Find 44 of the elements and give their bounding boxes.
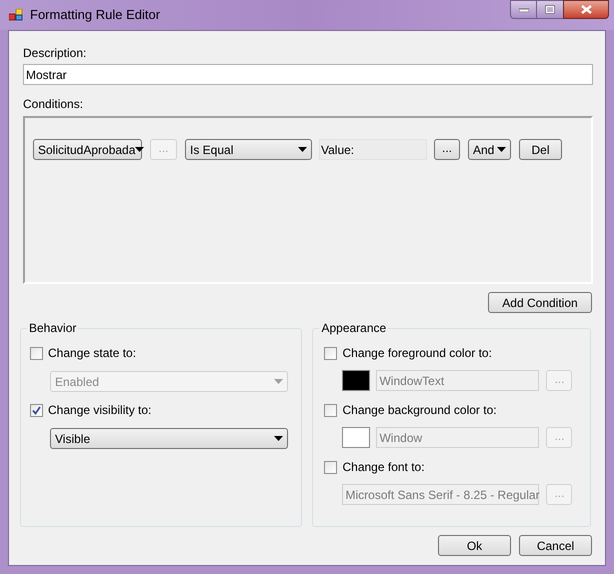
checkbox-label: Change foreground color to:	[342, 345, 492, 362]
dropdown[interactable]: Is Equal	[185, 139, 312, 160]
caret-icon	[497, 147, 506, 152]
caret-icon	[298, 147, 307, 152]
field-label: Description:	[23, 46, 88, 60]
value-box: Value:	[319, 139, 427, 160]
dropdown[interactable]: And	[468, 139, 511, 160]
checkbox-label: Change background color to:	[342, 402, 497, 419]
maximize-button[interactable]	[537, 0, 563, 19]
description-field[interactable]: Mostrar	[23, 64, 593, 85]
minimize-icon	[518, 8, 528, 12]
checkbox[interactable]	[324, 346, 338, 360]
checkbox-label: Change visibility to:	[48, 402, 152, 419]
color-swatch[interactable]	[342, 427, 370, 448]
minimize-button[interactable]	[510, 0, 537, 19]
add-condition-button[interactable]: Add Condition	[488, 292, 592, 313]
caret-icon	[135, 147, 144, 152]
delete-button[interactable]: Del	[519, 139, 562, 160]
checkbox[interactable]	[324, 460, 338, 474]
dialog-button[interactable]: Cancel	[519, 535, 592, 556]
checkbox[interactable]	[30, 404, 43, 416]
group-title: Appearance	[319, 321, 388, 335]
close-button[interactable]	[563, 0, 609, 19]
close-icon	[580, 5, 592, 14]
dropdown[interactable]: Visible	[50, 428, 288, 449]
dialog-button[interactable]: Ok	[438, 535, 511, 556]
checkbox-label: Change font to:	[342, 459, 425, 476]
browse-button[interactable]: ...	[434, 139, 460, 160]
checkbox[interactable]	[30, 346, 43, 360]
group-title: Behavior	[27, 321, 78, 335]
value-field[interactable]: Microsoft Sans Serif - 8.25 - Regular	[342, 484, 540, 505]
checkbox-label: Change state to:	[48, 345, 136, 362]
app-icon	[9, 9, 23, 21]
caret-icon	[274, 436, 283, 441]
maximize-icon	[545, 5, 555, 14]
field-label: Conditions:	[23, 97, 84, 111]
window-title: Formatting Rule Editor	[30, 6, 160, 24]
dropdown[interactable]: SolicitudAprobada	[33, 139, 142, 160]
value-field[interactable]: WindowText	[376, 370, 540, 391]
color-swatch[interactable]	[342, 370, 370, 391]
checkbox[interactable]	[324, 404, 338, 416]
caret-icon	[274, 379, 283, 384]
value-field[interactable]: Window	[376, 427, 540, 448]
checkmark-icon	[32, 406, 41, 414]
